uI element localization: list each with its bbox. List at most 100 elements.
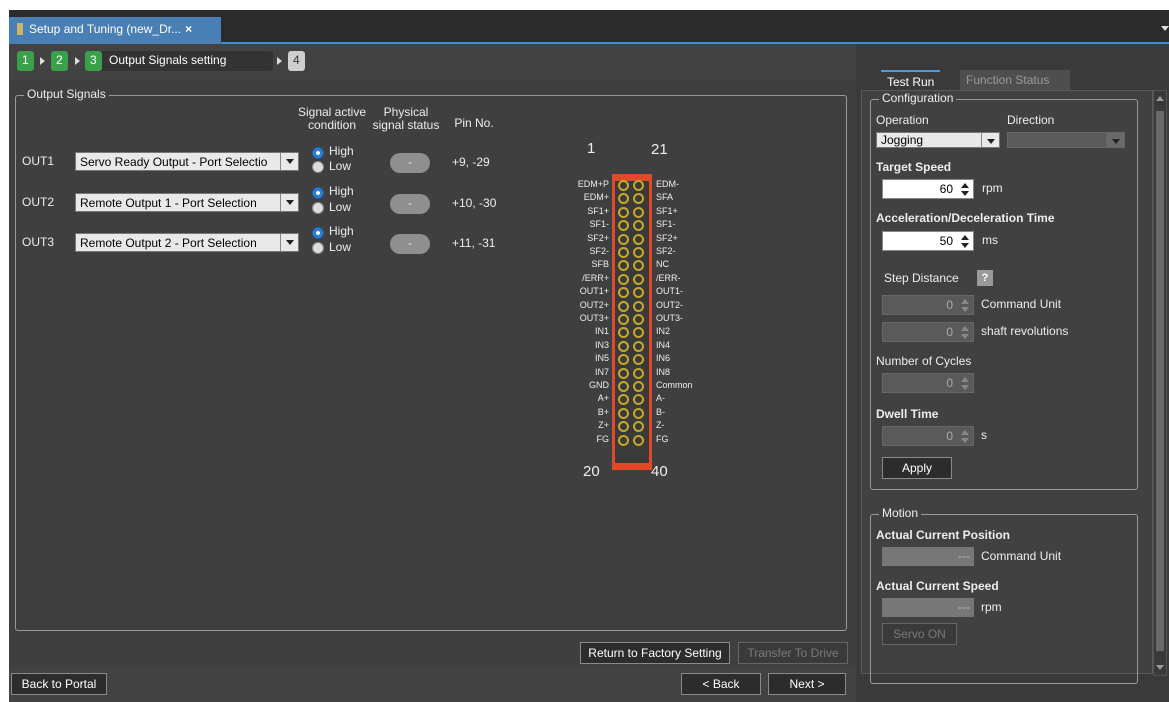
connector-pin-hole <box>618 193 629 205</box>
connector-left-pin-label: SF1- <box>589 219 609 230</box>
connector-pin-hole <box>633 233 644 245</box>
chevron-down-icon[interactable] <box>280 194 298 211</box>
connector-pin-hole <box>633 327 644 339</box>
step-3-current[interactable]: 3 Output Signals setting <box>85 51 273 71</box>
servo-on-button[interactable]: Servo ON <box>882 623 957 645</box>
spin-down-icon[interactable] <box>961 438 969 443</box>
connector-right-pin-label: SF1- <box>656 219 676 230</box>
spin-down-icon[interactable] <box>961 334 969 339</box>
chevron-down-icon[interactable] <box>1106 133 1124 147</box>
spin-down-icon[interactable] <box>961 243 969 248</box>
close-tab-icon[interactable]: × <box>185 22 192 36</box>
dwell-time-value: 0 <box>946 429 953 443</box>
connector-pin-hole <box>618 300 629 312</box>
step-distance-label: Step Distance <box>884 271 959 285</box>
direction-select[interactable] <box>1007 132 1125 148</box>
step-1[interactable]: 1 <box>17 51 34 71</box>
out3-low-radio[interactable] <box>312 242 324 254</box>
chevron-down-icon[interactable] <box>1161 26 1169 31</box>
step-4[interactable]: 4 <box>288 51 305 71</box>
apply-button[interactable]: Apply <box>882 457 952 479</box>
out2-label: OUT2 <box>22 195 55 209</box>
connector-right-pin-label: Z- <box>656 420 665 431</box>
cycles-value: 0 <box>946 376 953 390</box>
chevron-down-icon[interactable] <box>280 234 298 251</box>
accel-time-label: Acceleration/Deceleration Time <box>876 211 1055 225</box>
right-panel-scrollbar[interactable] <box>1153 90 1167 676</box>
actual-speed-label: Actual Current Speed <box>876 579 999 593</box>
connector-right-pin-label: NC <box>656 259 669 270</box>
connector-pin-hole <box>618 434 629 446</box>
chevron-down-icon[interactable] <box>280 153 298 170</box>
accel-time-input[interactable]: 50 <box>882 231 974 251</box>
connector-left-pin-label: SF2- <box>589 246 609 256</box>
cycles-input[interactable]: 0 <box>882 373 974 393</box>
connector-pin-hole <box>633 260 644 272</box>
dwell-time-input[interactable]: 0 <box>882 426 974 446</box>
chevron-down-icon[interactable] <box>981 133 999 147</box>
back-button[interactable]: < Back <box>681 673 761 695</box>
col-pin-no: Pin No. <box>454 116 494 130</box>
connector-body <box>615 180 649 463</box>
scroll-thumb[interactable] <box>1156 111 1164 651</box>
out1-high-radio[interactable] <box>312 147 324 159</box>
out2-low-radio[interactable] <box>312 202 324 214</box>
next-button[interactable]: Next > <box>768 673 846 695</box>
return-factory-button[interactable]: Return to Factory Setting <box>580 642 730 664</box>
connector-pin-hole <box>618 206 629 218</box>
scroll-up-icon[interactable] <box>1156 96 1164 101</box>
connector-left-pin-label: FG <box>596 433 610 444</box>
operation-select[interactable]: Jogging <box>876 132 1000 148</box>
connector-pin-hole <box>633 193 644 205</box>
step-distance-cmd-input[interactable]: 0 <box>882 295 974 315</box>
connector-pin-40-label: 40 <box>651 463 668 480</box>
connector-pin-hole <box>633 273 644 285</box>
spin-up-icon[interactable] <box>961 235 969 240</box>
target-speed-input[interactable]: 60 <box>882 179 974 199</box>
connector-pin-hole <box>618 180 629 191</box>
out2-high-label: High <box>329 184 354 198</box>
out2-high-radio[interactable] <box>312 187 324 199</box>
document-icon <box>17 23 23 35</box>
out2-pins: +10, -30 <box>452 196 497 210</box>
connector-pin-hole <box>618 287 629 299</box>
connector-left-pin-label: A+ <box>597 393 609 404</box>
tab-test-run[interactable]: Test Run <box>881 70 941 90</box>
spin-down-icon[interactable] <box>961 191 969 196</box>
connector-right-pin-label: B- <box>656 406 665 417</box>
connector-right-pin-label: IN4 <box>656 339 671 350</box>
step-distance-cmd-value: 0 <box>946 298 953 312</box>
document-tab[interactable]: Setup and Tuning (new_Dr... × <box>9 17 221 44</box>
connector-right-pin-label: OUT3- <box>656 313 683 323</box>
out3-high-radio[interactable] <box>312 227 324 239</box>
spin-up-icon[interactable] <box>961 326 969 331</box>
tab-function-status[interactable]: Function Status <box>960 70 1070 90</box>
out1-high-label: High <box>329 144 354 158</box>
spin-up-icon[interactable] <box>961 299 969 304</box>
help-icon[interactable]: ? <box>977 270 993 286</box>
scroll-down-icon[interactable] <box>1156 665 1164 670</box>
connector-pin-hole <box>633 180 644 191</box>
bottom-navigation-bar: Back to Portal < Back Next > <box>9 670 856 702</box>
out1-low-radio[interactable] <box>312 161 324 173</box>
motion-title: Motion <box>879 506 922 520</box>
spin-down-icon[interactable] <box>961 307 969 312</box>
step-distance-rev-input[interactable]: 0 <box>882 322 974 342</box>
connector-left-pin-label: GND <box>589 380 609 390</box>
spin-up-icon[interactable] <box>961 377 969 382</box>
out3-high-label: High <box>329 224 354 238</box>
spin-up-icon[interactable] <box>961 183 969 188</box>
spin-up-icon[interactable] <box>961 430 969 435</box>
transfer-to-drive-button[interactable]: Transfer To Drive <box>738 642 848 664</box>
out3-low-label: Low <box>329 240 352 254</box>
out2-low-label: Low <box>329 200 352 214</box>
out2-select[interactable]: Remote Output 1 - Port Selection <box>75 193 299 212</box>
connector-pin-hole <box>633 300 644 312</box>
spin-down-icon[interactable] <box>961 385 969 390</box>
connector-pin-hole <box>633 434 644 446</box>
out1-select[interactable]: Servo Ready Output - Port Selectio <box>75 152 299 171</box>
out3-select[interactable]: Remote Output 2 - Port Selection <box>75 233 299 252</box>
step-2[interactable]: 2 <box>51 51 68 71</box>
back-to-portal-button[interactable]: Back to Portal <box>11 673 107 695</box>
connector-right-pin-label: IN8 <box>656 366 671 377</box>
